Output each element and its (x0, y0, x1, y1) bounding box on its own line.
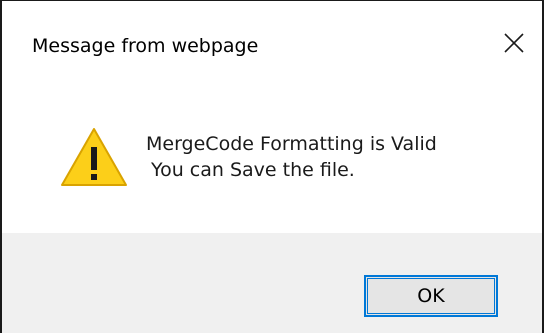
ok-button-label: OK (417, 285, 445, 307)
close-icon (504, 33, 524, 53)
dialog-titlebar: Message from webpage (2, 1, 542, 91)
dialog-message: MergeCode Formatting is Valid You can Sa… (146, 131, 437, 183)
message-dialog: Message from webpage MergeCode Formattin… (0, 0, 544, 333)
warning-icon (61, 128, 127, 186)
message-line-2: You can Save the file. (151, 159, 355, 181)
dialog-footer: OK (2, 233, 542, 333)
ok-button[interactable]: OK (364, 275, 498, 317)
close-button[interactable] (494, 23, 534, 63)
dialog-content: MergeCode Formatting is Valid You can Sa… (2, 91, 542, 233)
dialog-title: Message from webpage (32, 35, 259, 57)
message-line-1: MergeCode Formatting is Valid (146, 133, 437, 155)
